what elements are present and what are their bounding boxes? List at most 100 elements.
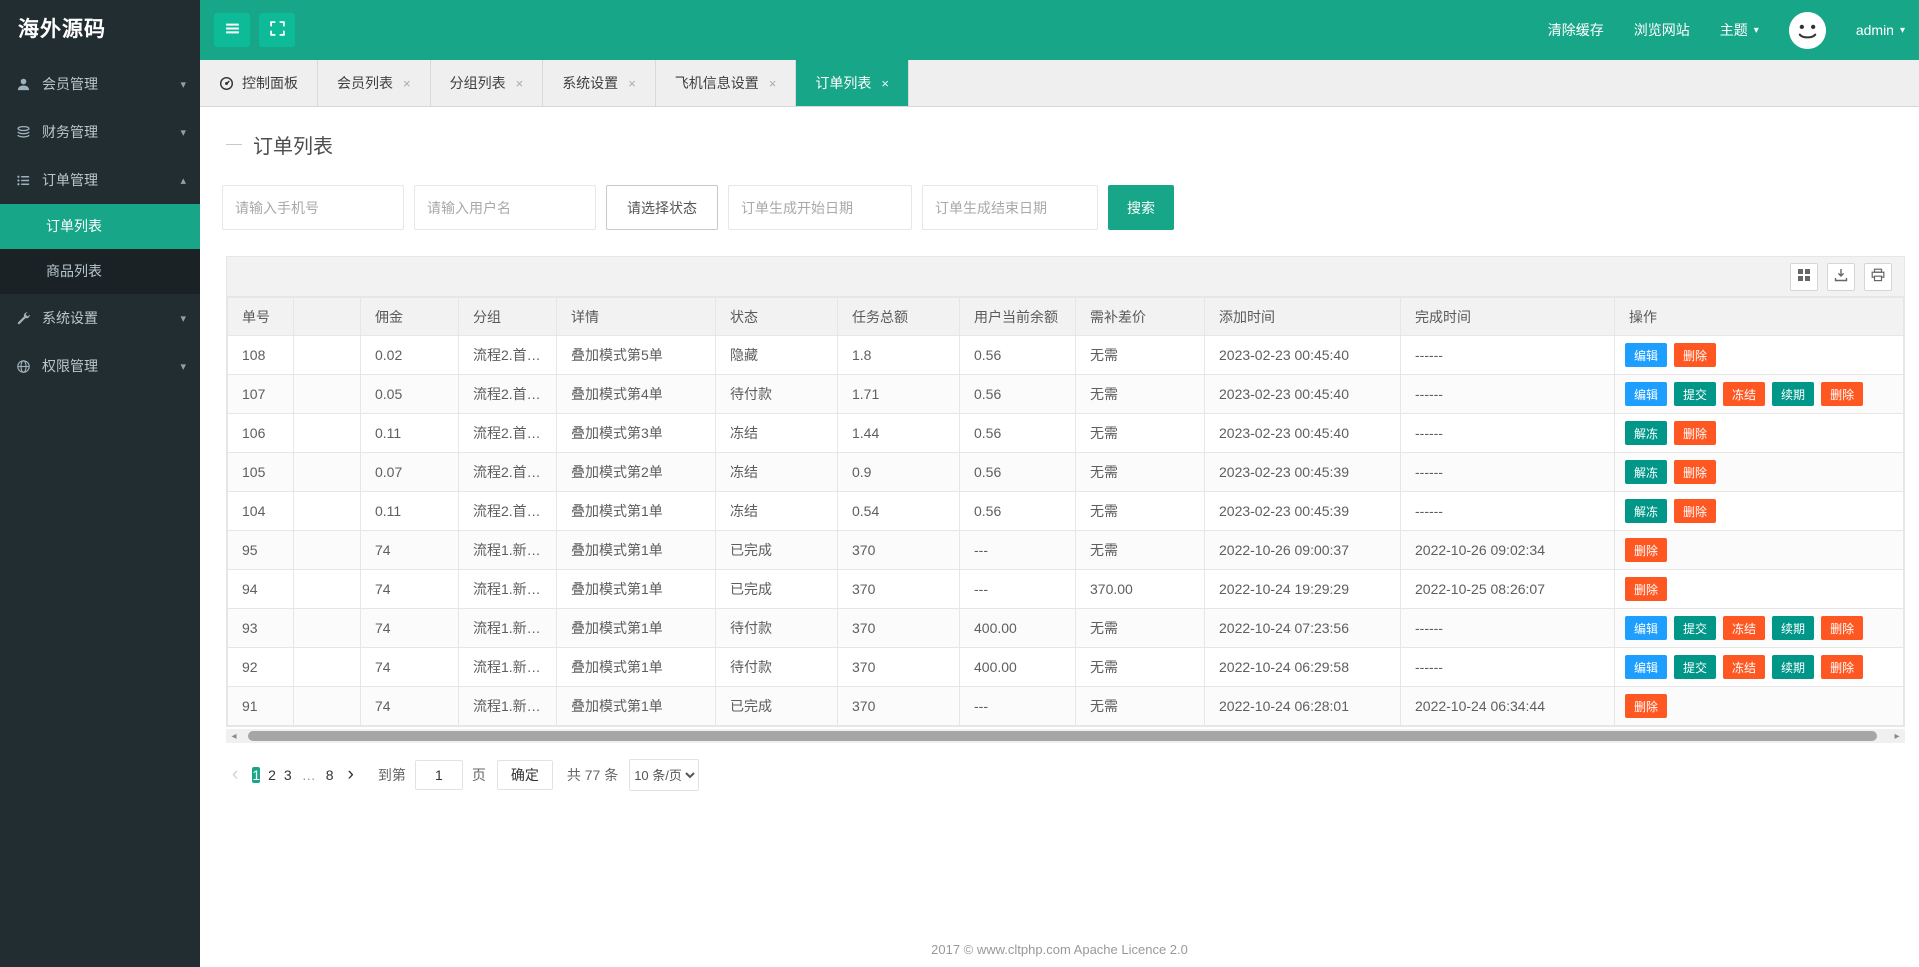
horizontal-scrollbar[interactable]: ◂ ▸ [226,729,1905,743]
prev-page-button[interactable]: ‹ [222,764,248,786]
edit-button[interactable]: 编辑 [1625,616,1668,640]
close-icon[interactable]: × [516,76,524,91]
avatar[interactable] [1788,11,1826,49]
end-date-input[interactable] [922,185,1098,230]
print-button[interactable] [1864,262,1892,291]
table-cell: 400.00 [959,647,1076,687]
page-button-1[interactable]: 1 [252,767,261,783]
main-content: 订单列表 请选择状态 搜索 单号 佣金分组详情状态任务总额用户当前余额需补差价添加… [200,108,1919,967]
tab-1[interactable]: 会员列表 × [318,60,431,106]
tab-4[interactable]: 飞机信息设置 × [656,60,797,106]
hamburger-icon [224,20,241,40]
username-input[interactable] [414,185,596,230]
sidebar-item-1[interactable]: 财务管理 ▾ [0,108,200,156]
table-cell: 2022-10-25 08:26:07 [1400,569,1615,609]
close-icon[interactable]: × [881,76,889,91]
delete-button[interactable]: 删除 [1625,577,1668,601]
order-table: 单号 佣金 分组 详情 状态 任务总额 用户当前余额 需补差价 添加时间 完成时间 操作 108 0.… [226,256,1905,727]
column-header: 需补差价 [1075,297,1205,336]
sidebar-item-3[interactable]: 系统设置 ▾ [0,294,200,342]
table-row: 92 74 流程1.新… 叠加模式第1单 待付款 370 400.00 无需 2022-10-2… [227,647,1904,687]
tab-5[interactable]: 订单列表 × [796,60,909,106]
jump-unit: 页 [471,767,486,783]
table-cell: ------ [1400,491,1615,531]
sidebar-subitem-2-1[interactable]: 商品列表 [0,249,200,294]
table-cell [293,452,361,492]
table-cell [293,569,361,609]
per-page-select[interactable]: 10 条/页 [629,759,700,791]
fullscreen-button[interactable] [259,13,295,47]
page-button-3[interactable]: 3 [284,767,292,783]
submit-button[interactable]: 提交 [1674,382,1717,406]
user-dropdown[interactable]: admin ▾ [1856,22,1905,38]
edit-button[interactable]: 编辑 [1625,382,1668,406]
scroll-left-arrow[interactable]: ◂ [226,731,242,742]
delete-button[interactable]: 删除 [1674,343,1717,367]
submit-button[interactable]: 提交 [1674,616,1717,640]
column-header: 详情 [556,297,716,336]
table-cell: ------ [1400,452,1615,492]
filter-columns-button[interactable] [1790,262,1818,291]
unfreeze-button[interactable]: 解冻 [1625,421,1668,445]
sidebar-subitem-2-0[interactable]: 订单列表 [0,204,200,249]
theme-dropdown[interactable]: 主题 ▾ [1720,20,1759,40]
scrollbar-thumb[interactable] [248,731,1877,741]
unfreeze-button[interactable]: 解冻 [1625,499,1668,523]
close-icon[interactable]: × [403,76,411,91]
table-cell: 1.44 [837,413,960,453]
export-button[interactable] [1827,262,1855,291]
browse-site-link[interactable]: 浏览网站 [1634,20,1690,40]
edit-button[interactable]: 编辑 [1625,655,1668,679]
table-cell: 0.56 [959,413,1076,453]
start-date-input[interactable] [728,185,912,230]
sidebar-item-0[interactable]: 会员管理 ▾ [0,60,200,108]
table-cell: 74 [360,647,459,687]
clear-cache-link[interactable]: 清除缓存 [1548,20,1604,40]
jump-page-input[interactable] [414,760,463,790]
delete-button[interactable]: 删除 [1821,382,1864,406]
renew-button[interactable]: 续期 [1772,616,1815,640]
table-cell: 91 [227,686,294,726]
freeze-button[interactable]: 冻结 [1723,382,1766,406]
status-select[interactable]: 请选择状态 [606,185,718,230]
edit-button[interactable]: 编辑 [1625,343,1668,367]
actions-cell: 编辑 提交 冻结 续期 删除 [1614,608,1904,648]
table-row: 106 0.11 流程2.首… 叠加模式第3单 冻结 1.44 0.56 无需 2023-02-… [227,413,1904,453]
tab-0[interactable]: 控制面板 [200,60,318,106]
print-icon [1871,268,1885,285]
submit-button[interactable]: 提交 [1674,655,1717,679]
renew-button[interactable]: 续期 [1772,655,1815,679]
delete-button[interactable]: 删除 [1821,616,1864,640]
delete-button[interactable]: 删除 [1821,655,1864,679]
search-button[interactable]: 搜索 [1108,185,1174,230]
delete-button[interactable]: 删除 [1625,694,1668,718]
sidebar-item-4[interactable]: 权限管理 ▾ [0,342,200,390]
delete-button[interactable]: 删除 [1674,421,1717,445]
sidebar-item-label: 权限管理 [42,358,98,374]
table-cell: 1.71 [837,374,960,414]
close-icon[interactable]: × [628,76,636,91]
unfreeze-button[interactable]: 解冻 [1625,460,1668,484]
chevron-down-icon: ▾ [180,126,186,139]
sidebar-item-2[interactable]: 订单管理 ▴ [0,156,200,204]
table-cell: 94 [227,569,294,609]
tab-2[interactable]: 分组列表 × [431,60,544,106]
next-page-button[interactable]: › [338,764,364,786]
finance-icon [16,125,42,140]
table-cell: 待付款 [715,374,838,414]
page-button-2[interactable]: 2 [268,767,276,783]
renew-button[interactable]: 续期 [1772,382,1815,406]
freeze-button[interactable]: 冻结 [1723,616,1766,640]
scroll-right-arrow[interactable]: ▸ [1889,731,1905,742]
page-button-8[interactable]: 8 [326,767,334,783]
phone-input[interactable] [222,185,404,230]
close-icon[interactable]: × [769,76,777,91]
tab-3[interactable]: 系统设置 × [543,60,656,106]
confirm-button[interactable]: 确定 [496,760,553,790]
delete-button[interactable]: 删除 [1674,499,1717,523]
grid-icon [1797,268,1811,285]
delete-button[interactable]: 删除 [1674,460,1717,484]
freeze-button[interactable]: 冻结 [1723,655,1766,679]
delete-button[interactable]: 删除 [1625,538,1668,562]
menu-toggle-button[interactable] [214,13,250,47]
